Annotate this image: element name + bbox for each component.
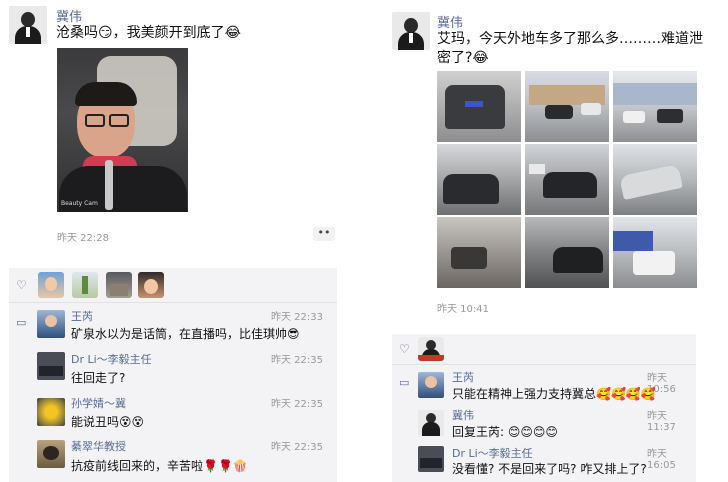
comment-text: 回复王芮: 😊😊😊😊 [452,425,558,439]
grid-photo[interactable] [525,71,609,142]
post-text-line-1: 艾玛，今天外地车多了那么多………难道泄 [437,31,703,47]
liker-avatar[interactable] [138,272,164,298]
grid-photo[interactable] [525,144,609,215]
commenter-avatar[interactable] [418,446,444,472]
comment-time: 昨天 22:35 [271,442,323,453]
left-moment-post: 冀伟 沧桑吗😏，我美颜开到底了😂 Beauty Cam 昨天 22:28 •• … [0,0,352,482]
commenter-name[interactable]: 孙学婧～冀 [71,395,126,411]
commenter-avatar[interactable] [37,352,65,380]
comment-text: 没看懂? 不是回来了吗? 咋又排上了? [452,462,647,476]
comment-time: 昨天 22:33 [271,312,323,323]
commenter-name[interactable]: 綦翠华教授 [71,438,126,454]
commenter-avatar[interactable] [37,310,65,338]
comment-text: 只能在精神上强力支持冀总🥰🥰🥰🥰 [452,387,656,401]
screenshot-gap [352,0,380,482]
commenter-name[interactable]: 王芮 [71,308,93,324]
commenter-name[interactable]: Dr Li～李毅主任 [452,445,533,461]
liker-avatar[interactable] [106,272,132,298]
post-text-line-2: 密了?😂 [437,50,489,66]
grid-photo[interactable] [437,144,521,215]
grid-photo[interactable] [613,71,697,142]
selfie-photo[interactable]: Beauty Cam [57,48,188,212]
grid-photo[interactable] [437,217,521,288]
comment-text: 抗疫前线回来的，辛苦啦🌹🌹🍿 [71,459,248,473]
comment-text: 往回走了? [71,371,126,385]
post-text: 沧桑吗😏，我美颜开到底了😂 [56,25,241,41]
grid-photo[interactable] [525,217,609,288]
liker-avatar[interactable] [72,272,98,298]
commenter-avatar[interactable] [37,440,65,468]
comment-text: 能说丑吗😵😵 [71,415,145,429]
post-time: 昨天 10:41 [437,304,489,315]
divider [392,364,696,365]
author-avatar[interactable] [9,6,47,44]
grid-photo[interactable] [613,144,697,215]
post-time: 昨天 22:28 [57,233,109,244]
comment-bubble-icon: ▭ [16,316,27,329]
grid-photo[interactable] [437,71,521,142]
commenter-avatar[interactable] [418,410,444,436]
comment-time: 昨天 22:35 [271,399,323,410]
right-moment-post: 冀伟 艾玛，今天外地车多了那么多………难道泄 密了?😂 昨天 10:41 ♡ ▭… [380,0,728,482]
comment-time: 昨天 22:35 [271,355,323,366]
comment-bubble-icon: ▭ [399,376,410,389]
likes-comments-panel: ♡ ▭ 王芮 昨天 22:33 矿泉水以为是话筒，在直播吗，比佳琪帅😎 Dr L… [9,268,337,482]
commenter-name[interactable]: 冀伟 [452,407,474,423]
heart-outline-icon: ♡ [399,342,410,356]
commenter-avatar[interactable] [37,398,65,426]
comment-text: 矿泉水以为是话筒，在直播吗，比佳琪帅😎 [71,327,300,341]
liker-avatar[interactable] [418,337,444,361]
likes-comments-panel: ♡ ▭ 王芮 昨天 10:56 只能在精神上强力支持冀总🥰🥰🥰🥰 冀伟 昨天 1… [392,334,696,482]
commenter-name[interactable]: Dr Li～李毅主任 [71,351,152,367]
watermark-text: Beauty Cam [61,200,98,207]
comment-time: 昨天 16:05 [647,449,676,471]
commenter-name[interactable]: 王芮 [452,369,474,385]
liker-avatar[interactable] [38,272,64,298]
commenter-avatar[interactable] [418,372,444,398]
comment-time: 昨天 11:37 [647,411,676,433]
grid-photo[interactable] [613,217,697,288]
divider [9,302,337,303]
author-avatar[interactable] [392,12,430,50]
heart-outline-icon: ♡ [16,278,27,292]
more-options-button[interactable]: •• [313,227,335,241]
